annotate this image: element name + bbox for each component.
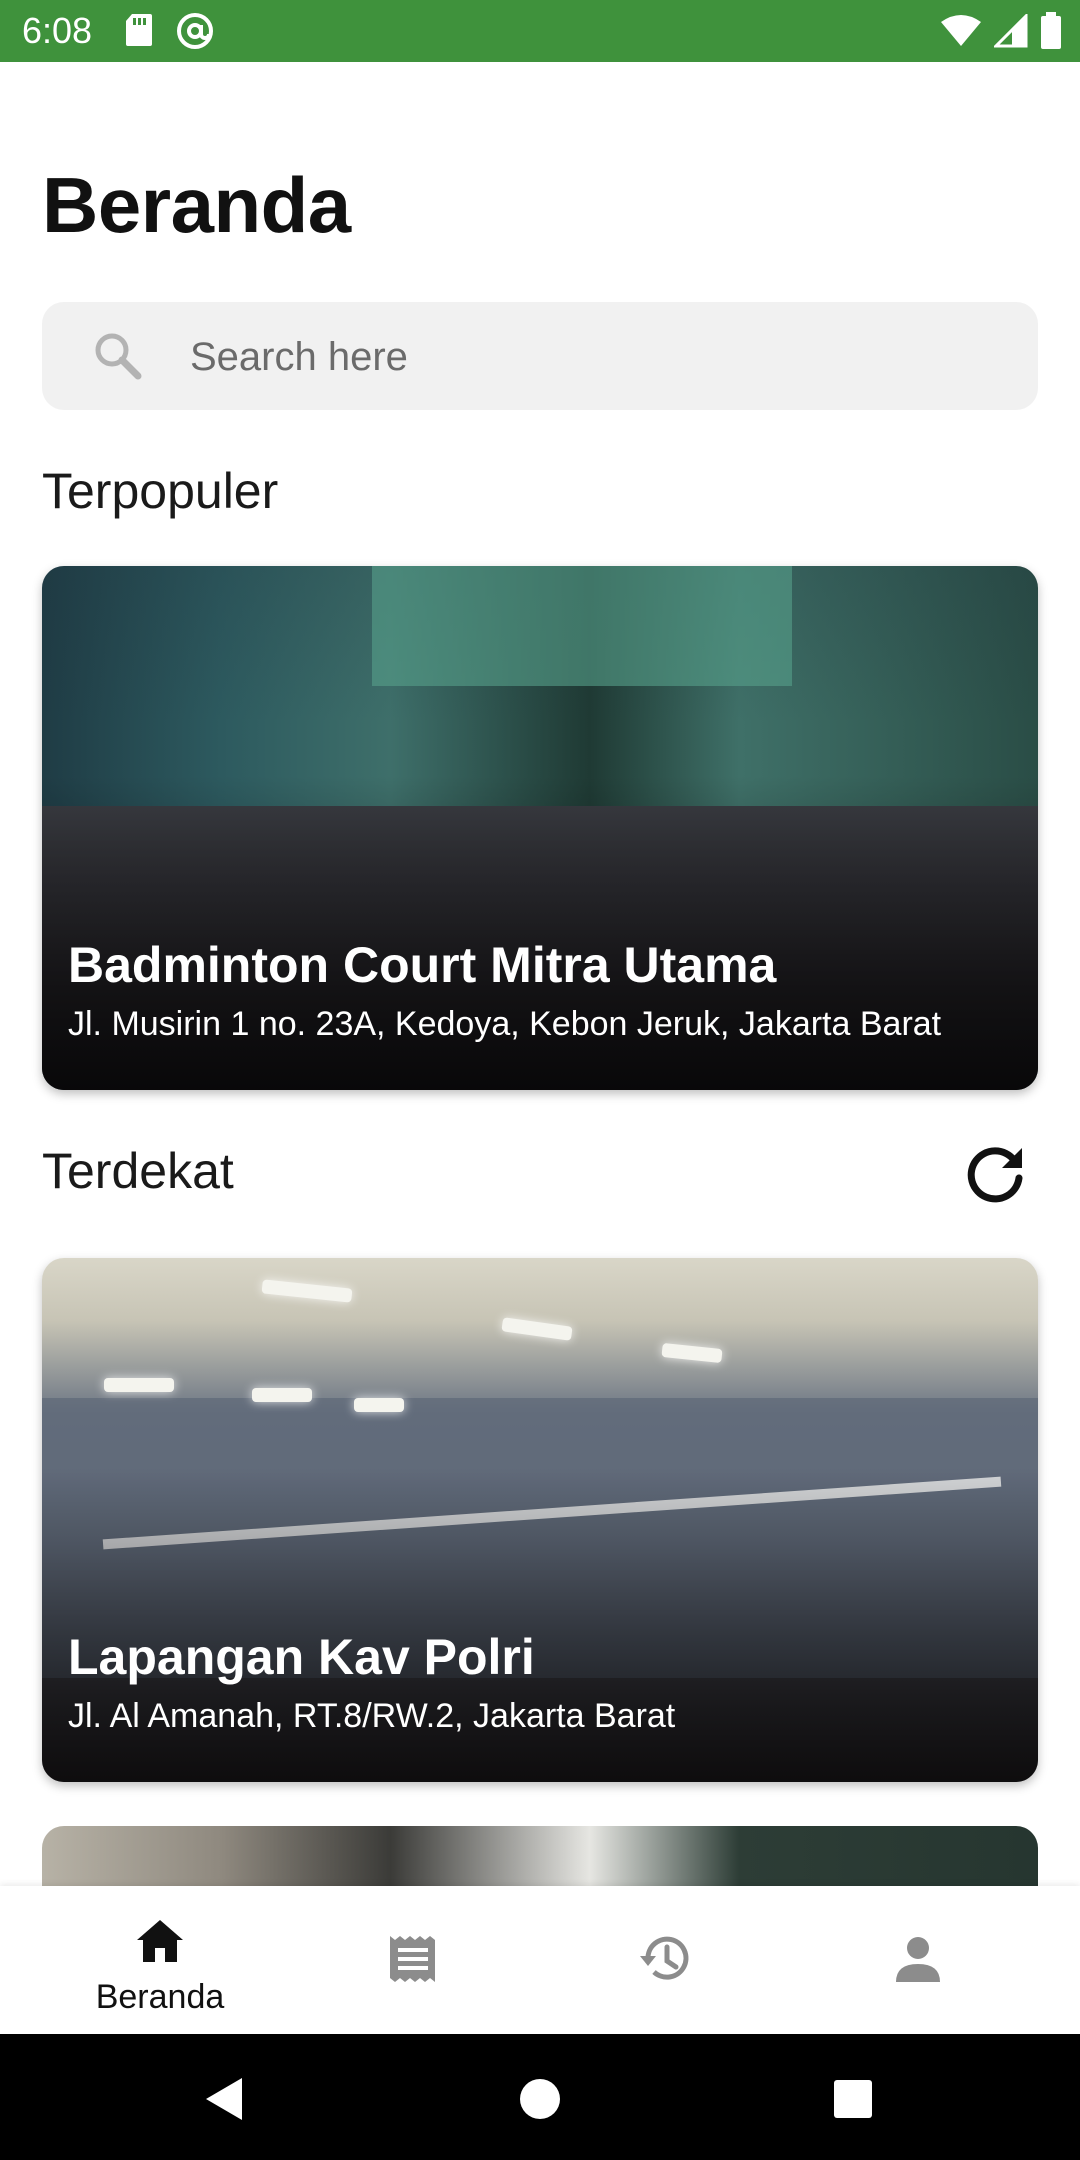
battery-icon bbox=[1041, 12, 1061, 49]
system-nav-bar bbox=[0, 2034, 1080, 2160]
status-left-icons bbox=[124, 12, 214, 50]
history-icon bbox=[640, 1936, 689, 1980]
receipt-icon bbox=[390, 1936, 435, 1982]
recents-icon[interactable] bbox=[828, 2074, 878, 2124]
nav-item-bookings[interactable] bbox=[278, 1886, 548, 2034]
home-circle-icon[interactable] bbox=[515, 2074, 565, 2124]
search-icon bbox=[95, 333, 142, 380]
venue-address: Jl. Al Amanah, RT.8/RW.2, Jakarta Barat bbox=[68, 1697, 676, 1735]
venue-card[interactable]: Badminton Court Mitra Utama Jl. Musirin … bbox=[42, 566, 1038, 1090]
nav-item-profile[interactable] bbox=[783, 1886, 1053, 2034]
status-time: 6:08 bbox=[22, 10, 93, 51]
search-bar[interactable] bbox=[42, 302, 1038, 412]
sd-card-icon bbox=[126, 14, 152, 46]
home-icon bbox=[137, 1920, 183, 1962]
at-sign-icon bbox=[177, 13, 213, 49]
search-input[interactable] bbox=[188, 302, 1012, 412]
venue-card[interactable]: Lapangan Kav Polri Jl. Al Amanah, RT.8/R… bbox=[42, 1258, 1038, 1782]
page-title: Beranda bbox=[42, 161, 351, 249]
venue-address: Jl. Musirin 1 no. 23A, Kedoya, Kebon Jer… bbox=[68, 1005, 942, 1043]
back-icon[interactable] bbox=[200, 2074, 250, 2124]
nav-item-beranda[interactable]: Beranda bbox=[25, 1886, 295, 2034]
venue-card-partial[interactable] bbox=[42, 1826, 1038, 1886]
person-icon bbox=[896, 1937, 940, 1982]
bottom-nav: Beranda bbox=[0, 1886, 1080, 2034]
section-title-nearby: Terdekat bbox=[42, 1143, 234, 1199]
venue-name: Badminton Court Mitra Utama bbox=[68, 937, 777, 993]
status-bar: 6:08 bbox=[0, 0, 1080, 62]
refresh-icon[interactable] bbox=[962, 1142, 1028, 1208]
nav-item-history[interactable] bbox=[530, 1886, 800, 2034]
signal-icon bbox=[994, 14, 1028, 48]
venue-name: Lapangan Kav Polri bbox=[68, 1629, 535, 1685]
wifi-icon bbox=[941, 15, 981, 46]
section-title-popular: Terpopuler bbox=[42, 463, 279, 519]
status-right-icons bbox=[940, 12, 1062, 50]
nav-label: Beranda bbox=[95, 1978, 225, 2016]
